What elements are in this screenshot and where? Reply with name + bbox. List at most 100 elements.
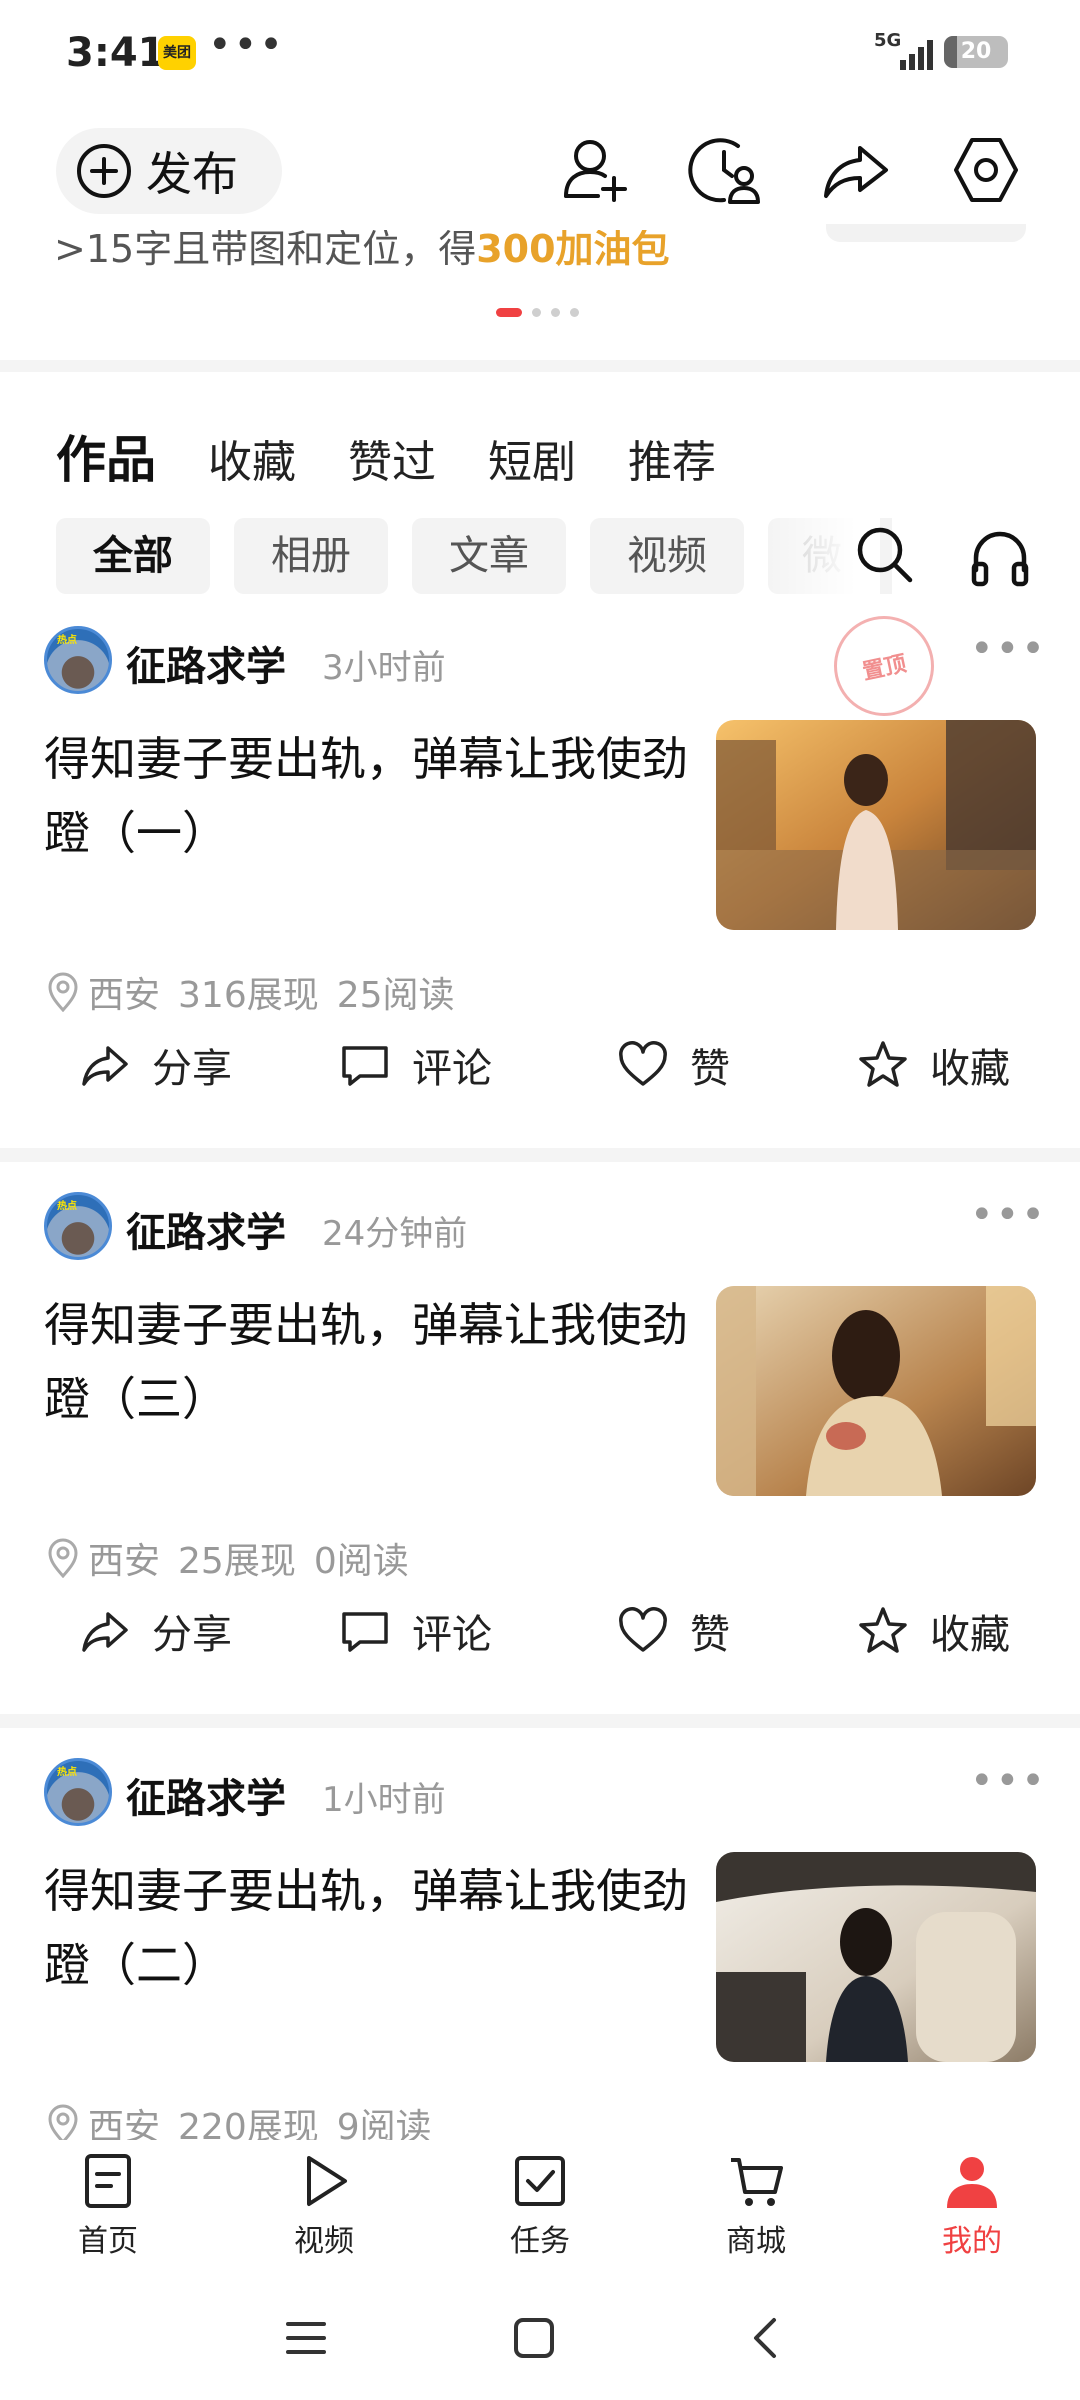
promo-banner-text[interactable]: >15字且带图和定位，得300加油包	[54, 227, 670, 273]
pager-dot	[570, 308, 579, 317]
post-divider	[0, 1714, 1080, 1728]
comment-button[interactable]: 评论	[338, 1036, 492, 1094]
nav-video-label: 视频	[294, 2224, 354, 2259]
status-bar: 3:41 美团 ••• 5G 20	[0, 0, 1080, 110]
post-reads: 25阅读	[336, 975, 455, 1016]
star-icon	[859, 1607, 907, 1653]
post-time: 1小时前	[322, 1780, 446, 1820]
banner-pager	[496, 308, 579, 317]
more-notifications-icon: •••	[208, 22, 285, 68]
author-name[interactable]: 征路求学	[126, 1200, 286, 1258]
post-thumbnail[interactable]	[716, 720, 1036, 930]
pager-dot	[532, 308, 541, 317]
nav-mall[interactable]: 商城	[686, 2152, 826, 2260]
pager-dot	[551, 308, 560, 317]
more-options-icon[interactable]: •••	[970, 626, 1047, 672]
history-icon[interactable]	[686, 130, 766, 210]
headphones-icon[interactable]	[968, 526, 1032, 588]
share-button[interactable]: 分享	[78, 1602, 232, 1660]
nav-video[interactable]: 视频	[254, 2152, 394, 2260]
post-location: 西安	[88, 975, 161, 1016]
filter-articles[interactable]: 文章	[412, 518, 566, 594]
author-name[interactable]: 征路求学	[126, 1766, 286, 1824]
favorite-button[interactable]: 收藏	[856, 1602, 1010, 1660]
recent-apps-icon[interactable]	[280, 2312, 332, 2364]
nav-tasks[interactable]: 任务	[470, 2152, 610, 2260]
tab-favorites[interactable]: 收藏	[208, 426, 296, 490]
filter-videos[interactable]: 视频	[590, 518, 744, 594]
settings-icon[interactable]	[946, 130, 1026, 210]
nav-mall-label: 商城	[726, 2224, 786, 2259]
promo-card-edge	[826, 224, 1026, 242]
favorite-button[interactable]: 收藏	[856, 1036, 1010, 1094]
avatar[interactable]: 热点	[44, 1192, 112, 1260]
nav-tasks-label: 任务	[510, 2224, 570, 2259]
post-time: 24分钟前	[322, 1214, 468, 1254]
share-icon[interactable]	[816, 130, 896, 210]
avatar[interactable]: 热点	[44, 626, 112, 694]
tab-liked[interactable]: 赞过	[348, 426, 436, 490]
plus-circle-icon	[77, 144, 131, 198]
like-label: 赞	[690, 1046, 730, 1092]
share-label: 分享	[152, 1046, 232, 1092]
post-card[interactable]: 热点 征路求学 3小时前 置顶 ••• 得知妻子要出轨，弹幕让我使劲蹬（一） 西…	[0, 606, 1080, 1186]
post-impressions: 316展现	[178, 975, 319, 1016]
more-options-icon[interactable]: •••	[970, 1758, 1047, 1804]
home-button-icon[interactable]	[508, 2312, 560, 2364]
network-type: 5G	[874, 30, 902, 51]
task-check-icon	[515, 2156, 565, 2206]
favorite-label: 收藏	[930, 1612, 1010, 1658]
tab-recommend[interactable]: 推荐	[628, 426, 716, 490]
section-divider	[0, 360, 1080, 372]
post-meta: 西安 25展现 0阅读	[46, 1532, 409, 1584]
share-label: 分享	[152, 1612, 232, 1658]
pager-dot-active	[496, 308, 522, 317]
post-title[interactable]: 得知妻子要出轨，弹幕让我使劲蹬（三）	[44, 1288, 704, 1436]
publish-button[interactable]: 发布	[56, 128, 282, 214]
post-thumbnail[interactable]	[716, 1286, 1036, 1496]
like-button[interactable]: 赞	[616, 1036, 730, 1094]
post-divider	[0, 1148, 1080, 1162]
filter-albums[interactable]: 相册	[234, 518, 388, 594]
post-reads: 0阅读	[313, 1541, 409, 1582]
add-user-icon[interactable]	[556, 130, 636, 210]
profile-icon	[947, 2157, 997, 2208]
author-name[interactable]: 征路求学	[126, 634, 286, 692]
nav-home[interactable]: 首页	[38, 2152, 178, 2260]
search-icon[interactable]	[852, 522, 918, 588]
post-actions: 分享 评论 赞 收藏	[0, 1602, 1080, 1682]
promo-text: >15字且带图和定位，得	[54, 227, 477, 271]
star-icon	[859, 1041, 907, 1087]
avatar[interactable]: 热点	[44, 1758, 112, 1826]
comment-label: 评论	[412, 1046, 492, 1092]
share-icon	[82, 1046, 128, 1086]
nav-mine[interactable]: 我的	[902, 2152, 1042, 2260]
promo-highlight: 300加油包	[476, 227, 670, 271]
share-button[interactable]: 分享	[78, 1036, 232, 1094]
system-navigation-bar	[0, 2270, 1080, 2400]
post-meta: 西安 316展现 25阅读	[46, 966, 455, 1018]
location-pin-icon	[48, 1538, 78, 1578]
tab-works[interactable]: 作品	[56, 420, 156, 492]
post-actions: 分享 评论 赞 收藏	[0, 1036, 1080, 1116]
post-card[interactable]: 热点 征路求学 24分钟前 ••• 得知妻子要出轨，弹幕让我使劲蹬（三） 西安 …	[0, 1192, 1080, 1752]
home-icon	[85, 2154, 131, 2208]
nav-home-label: 首页	[78, 2224, 138, 2259]
like-button[interactable]: 赞	[616, 1602, 730, 1660]
post-thumbnail[interactable]	[716, 1852, 1036, 2062]
post-title[interactable]: 得知妻子要出轨，弹幕让我使劲蹬（一）	[44, 722, 704, 870]
heart-icon	[619, 1041, 667, 1086]
location-pin-icon	[48, 2104, 78, 2144]
favorite-label: 收藏	[930, 1046, 1010, 1092]
tab-short-drama[interactable]: 短剧	[488, 426, 576, 490]
content-tabs: 作品 收藏 赞过 短剧 推荐	[56, 420, 768, 492]
more-options-icon[interactable]: •••	[970, 1192, 1047, 1238]
comment-icon	[342, 1612, 388, 1652]
meituan-app-icon: 美团	[158, 36, 196, 70]
cart-icon	[731, 2158, 783, 2206]
comment-button[interactable]: 评论	[338, 1602, 492, 1660]
filter-all[interactable]: 全部	[56, 518, 210, 594]
comment-icon	[342, 1046, 388, 1086]
post-title[interactable]: 得知妻子要出轨，弹幕让我使劲蹬（二）	[44, 1854, 704, 2002]
back-icon[interactable]	[740, 2312, 792, 2364]
